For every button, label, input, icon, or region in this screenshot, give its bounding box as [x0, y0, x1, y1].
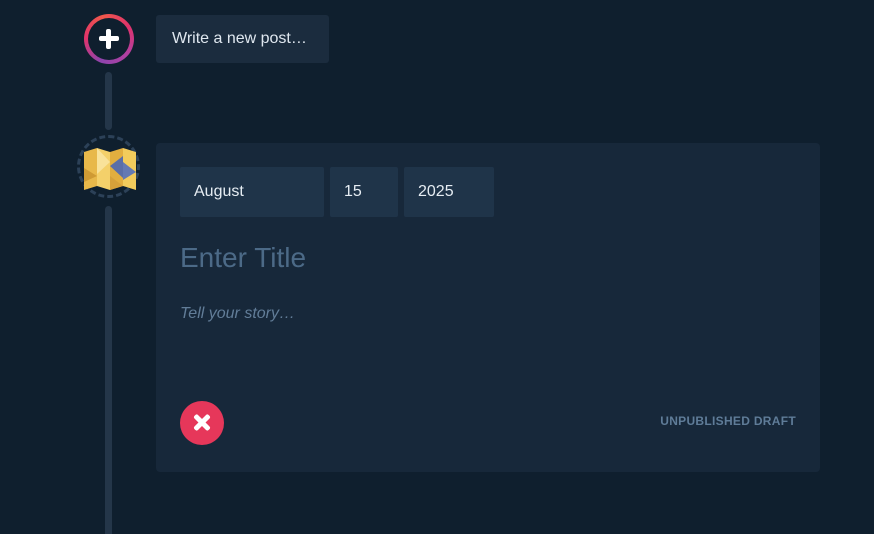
date-day-field[interactable]: 15: [330, 167, 398, 217]
timeline-line: [105, 72, 112, 130]
title-input[interactable]: Enter Title: [180, 238, 780, 278]
timeline-line: [105, 206, 112, 534]
close-icon: [180, 401, 224, 445]
new-post-button[interactable]: [84, 14, 134, 64]
date-year-field[interactable]: 2025: [404, 167, 494, 217]
new-post-button-inner: [88, 18, 130, 60]
story-input[interactable]: Tell your story…: [180, 301, 780, 327]
avatar: [77, 135, 140, 198]
draft-status-label: UNPUBLISHED DRAFT: [660, 414, 796, 428]
date-month-field[interactable]: August: [180, 167, 324, 217]
post-editor-card: August 15 2025 Enter Title Tell your sto…: [156, 143, 820, 472]
page: Write a new post… August 15 2025 Enter T…: [0, 0, 874, 534]
folded-map-icon: [84, 148, 136, 190]
discard-draft-button[interactable]: [180, 401, 224, 445]
plus-icon: [88, 18, 130, 60]
write-new-post-button[interactable]: Write a new post…: [156, 15, 329, 63]
